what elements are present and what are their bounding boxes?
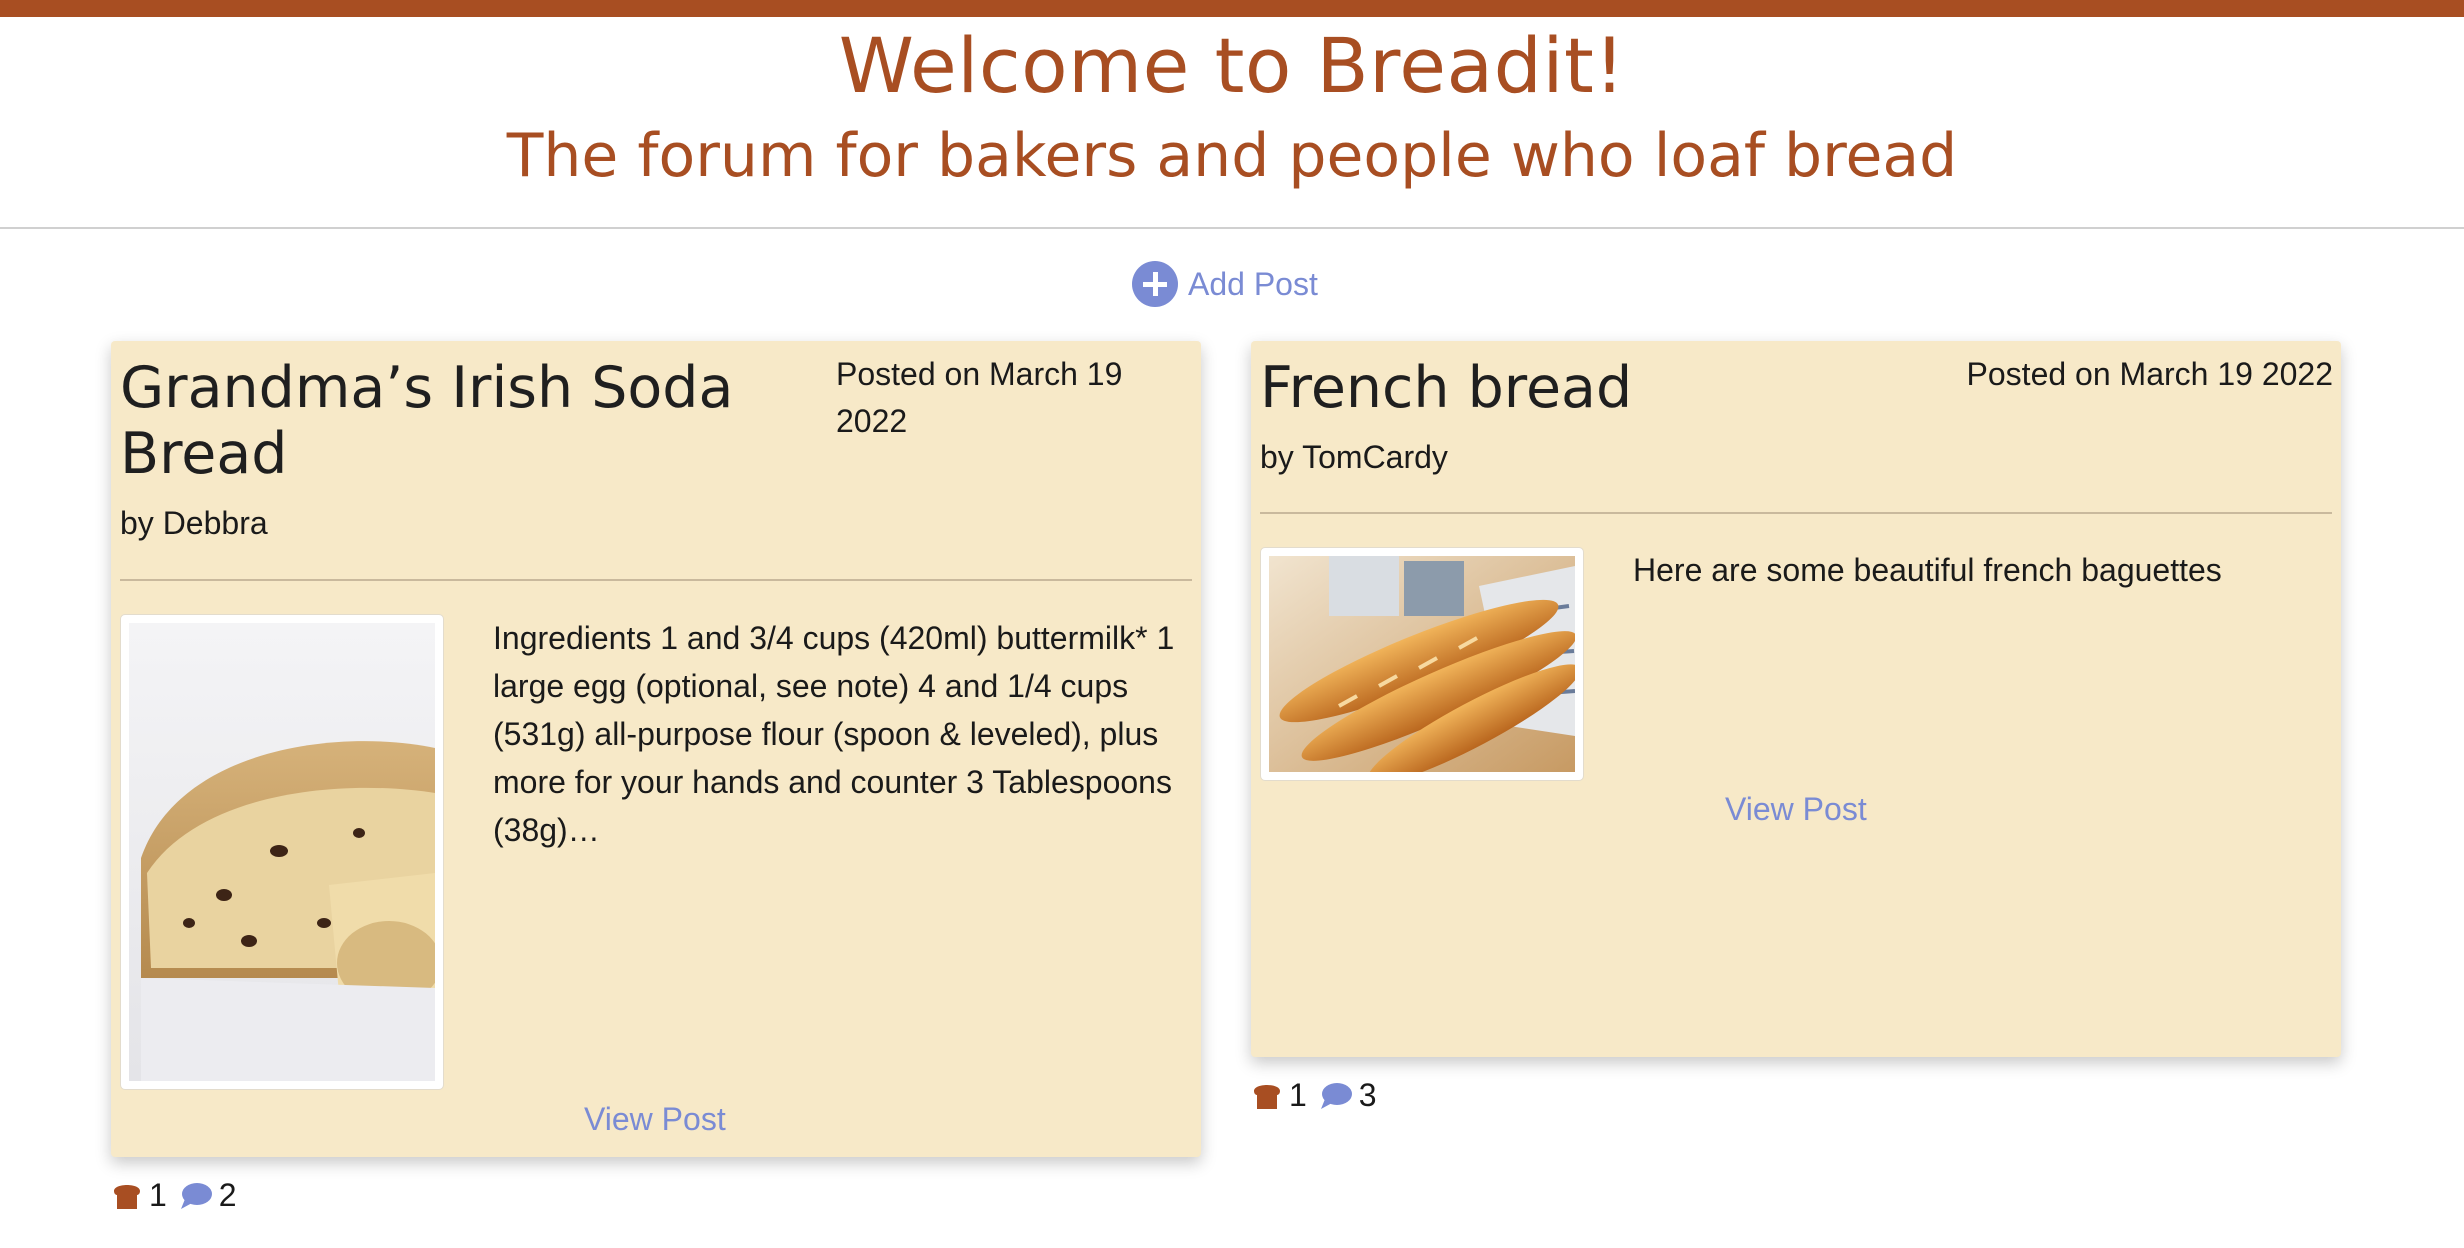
post-image [1260, 547, 1584, 781]
post-excerpt: Here are some beautiful french baguettes [1633, 552, 2222, 588]
post-card: Grandma’s Irish Soda Bread Posted on Mar… [111, 341, 1201, 1157]
post-card: French bread Posted on March 19 2022 by … [1251, 341, 2341, 1057]
post-author: by TomCardy [1260, 439, 1448, 475]
post-stats: 1 2 [111, 1177, 243, 1214]
top-accent-bar [0, 0, 2464, 17]
post-title: French bread [1260, 355, 1633, 421]
card-divider [120, 579, 1192, 581]
card-divider [1260, 512, 2332, 514]
comment-count: 2 [218, 1177, 237, 1213]
comment-icon[interactable] [1319, 1081, 1353, 1111]
view-post-link[interactable]: View Post [1725, 791, 1867, 828]
page-subtitle: The forum for bakers and people who loaf… [506, 121, 1958, 191]
view-post-link[interactable]: View Post [584, 1101, 726, 1138]
post-title: Grandma’s Irish Soda Bread [120, 355, 734, 487]
header-divider [0, 227, 2464, 229]
plus-circle-icon [1132, 261, 1178, 307]
bread-icon[interactable] [1251, 1081, 1283, 1111]
post-excerpt: Ingredients 1 and 3/4 cups (420ml) butte… [493, 620, 1175, 848]
site-header: Welcome to Breadit! The forum for bakers… [0, 17, 2464, 227]
bread-icon[interactable] [111, 1181, 143, 1211]
post-date: Posted on March 19 2022 [1966, 356, 2333, 392]
comment-count: 3 [1358, 1077, 1377, 1113]
post-image [120, 614, 444, 1090]
post-author: by Debbra [120, 505, 268, 541]
comment-icon[interactable] [179, 1181, 213, 1211]
post-date: Posted on March 19 2022 [836, 356, 1123, 439]
like-count: 1 [149, 1177, 167, 1213]
like-count: 1 [1289, 1077, 1307, 1113]
add-post-button[interactable]: Add Post [1132, 260, 1318, 308]
post-stats: 1 3 [1251, 1077, 1383, 1114]
add-post-label: Add Post [1188, 265, 1318, 302]
page-title: Welcome to Breadit! [838, 21, 1626, 110]
